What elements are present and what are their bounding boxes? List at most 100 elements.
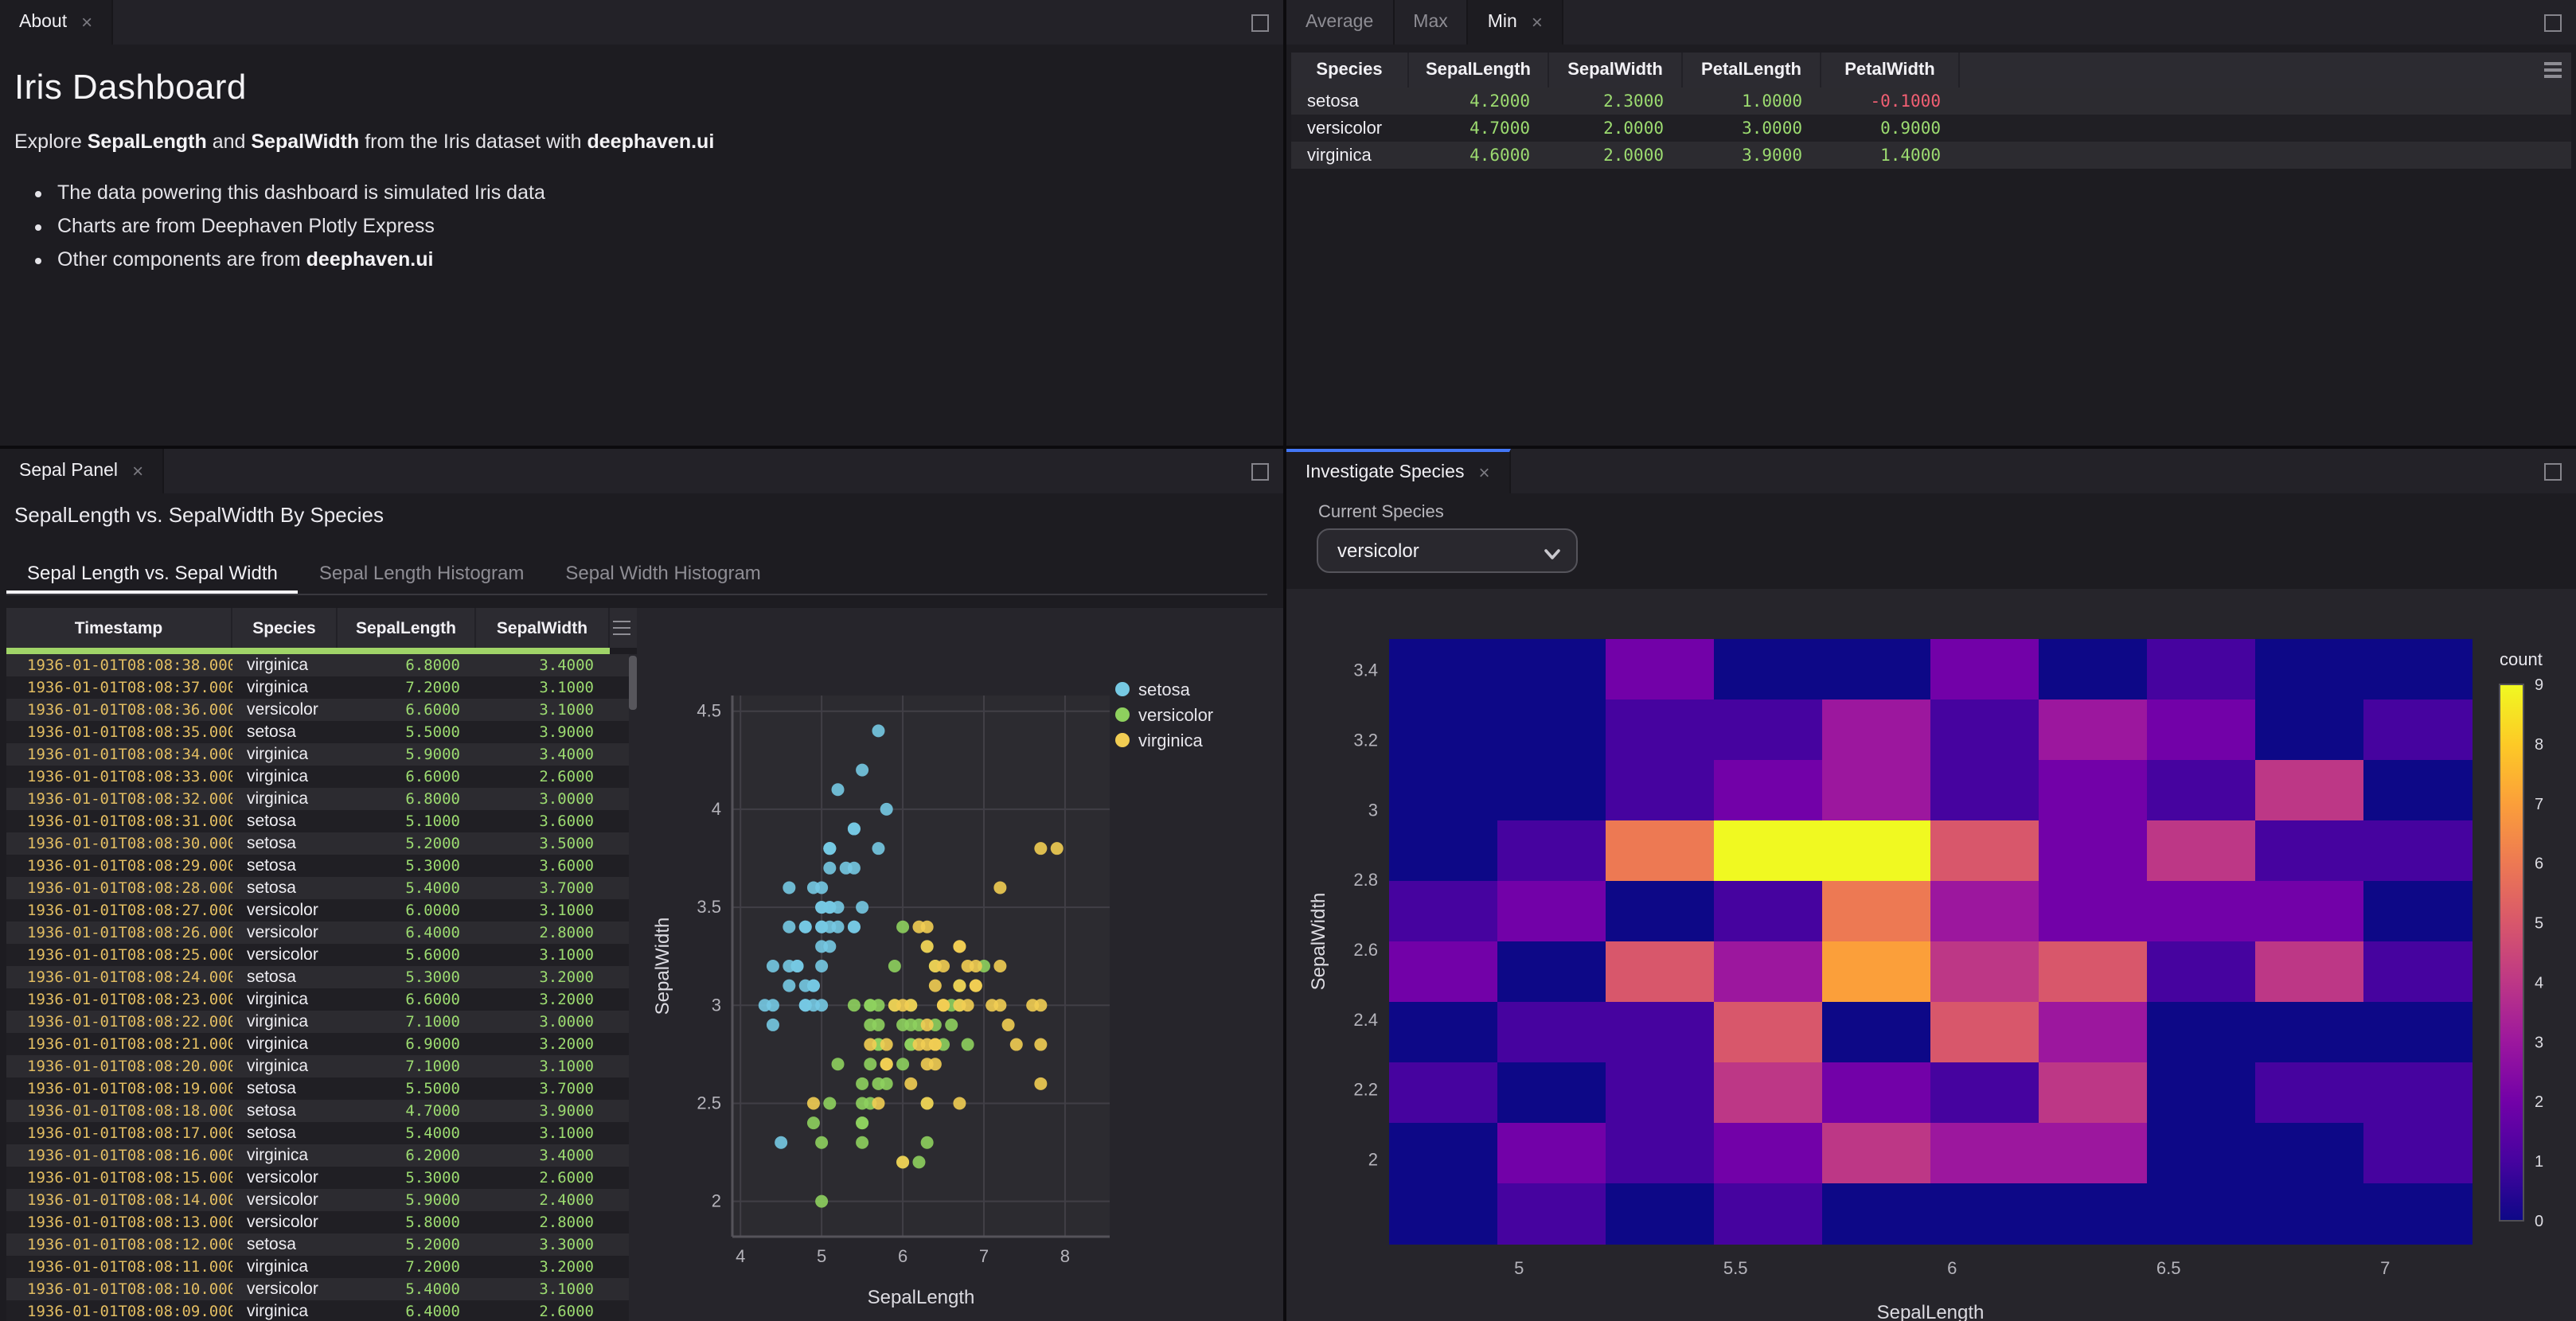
table-cell: virginica xyxy=(232,990,338,1009)
table-row[interactable]: 1936-01-01T08:08:35.000setosa5.50003.900… xyxy=(6,721,637,743)
data-point xyxy=(872,842,884,855)
maximize-icon[interactable] xyxy=(1251,14,1269,32)
column-header[interactable]: SepalWidth xyxy=(476,608,610,648)
table-row[interactable]: 1936-01-01T08:08:32.000virginica6.80003.… xyxy=(6,788,637,810)
table-row[interactable]: 1936-01-01T08:08:21.000virginica6.90003.… xyxy=(6,1033,637,1055)
table-row[interactable]: virginica4.60002.00003.90001.4000 xyxy=(1291,142,2571,169)
investigate-content: Current Species versicolor 55.566.5722.2… xyxy=(1286,493,2576,1321)
table-row[interactable]: 1936-01-01T08:08:23.000virginica6.60003.… xyxy=(6,988,637,1011)
table-row[interactable]: 1936-01-01T08:08:15.000versicolor5.30002… xyxy=(6,1167,637,1189)
table-row[interactable]: 1936-01-01T08:08:27.000versicolor6.00003… xyxy=(6,899,637,922)
table-cell: 6.6000 xyxy=(338,701,476,719)
heatmap-cell xyxy=(1930,881,2039,942)
table-row[interactable]: 1936-01-01T08:08:30.000setosa5.20003.500… xyxy=(6,832,637,855)
table-row[interactable]: 1936-01-01T08:08:28.000setosa5.40003.700… xyxy=(6,877,637,899)
legend-item-virginica[interactable]: virginica xyxy=(1115,731,1203,750)
table-row[interactable]: 1936-01-01T08:08:22.000virginica7.10003.… xyxy=(6,1011,637,1033)
maximize-icon[interactable] xyxy=(1251,463,1269,481)
table-menu-icon[interactable] xyxy=(610,608,635,648)
heatmap-cell xyxy=(1606,1123,1715,1184)
table-cell: 5.6000 xyxy=(338,946,476,964)
table-row[interactable]: 1936-01-01T08:08:25.000versicolor5.60003… xyxy=(6,944,637,966)
table-row[interactable]: 1936-01-01T08:08:34.000virginica5.90003.… xyxy=(6,743,637,766)
table-row[interactable]: 1936-01-01T08:08:09.000virginica6.40002.… xyxy=(6,1300,637,1321)
table-cell: setosa xyxy=(232,968,338,987)
subtab-sepal-length-vs-sepal-width[interactable]: Sepal Length vs. Sepal Width xyxy=(6,551,299,594)
colorbar-tick-label: 8 xyxy=(2535,736,2543,754)
close-icon[interactable]: × xyxy=(132,460,143,482)
table-row[interactable]: 1936-01-01T08:08:12.000setosa5.20003.300… xyxy=(6,1233,637,1256)
y-tick-label: 2 xyxy=(1368,1150,1378,1170)
legend-item-setosa[interactable]: setosa xyxy=(1115,680,1191,699)
table-row[interactable]: 1936-01-01T08:08:36.000versicolor6.60003… xyxy=(6,699,637,721)
heatmap-cell xyxy=(1497,941,1606,1003)
table-row[interactable]: 1936-01-01T08:08:33.000virginica6.60002.… xyxy=(6,766,637,788)
close-icon[interactable]: × xyxy=(1478,462,1489,484)
data-point xyxy=(856,764,868,777)
table-cell: 5.4000 xyxy=(338,879,476,897)
tab-about[interactable]: About × xyxy=(0,0,113,45)
tab-average[interactable]: Average xyxy=(1286,0,1394,45)
column-header[interactable]: SepalLength xyxy=(1409,53,1549,88)
text: Other components are from xyxy=(57,248,306,271)
about-bullet: Other components are from deephaven.ui xyxy=(57,248,1283,271)
data-point xyxy=(921,1136,934,1149)
data-point xyxy=(799,999,812,1011)
table-scrollbar[interactable] xyxy=(629,654,637,1321)
column-header[interactable]: PetalLength xyxy=(1683,53,1821,88)
column-header[interactable]: Species xyxy=(1291,53,1409,88)
table-cell: 1936-01-01T08:08:38.000 xyxy=(6,657,232,674)
table-row[interactable]: setosa4.20002.30001.0000-0.1000 xyxy=(1291,88,2571,115)
table-row[interactable]: 1936-01-01T08:08:18.000setosa4.70003.900… xyxy=(6,1100,637,1122)
subtab-sepal-width-histogram[interactable]: Sepal Width Histogram xyxy=(544,551,781,594)
table-cell: 5.9000 xyxy=(338,746,476,763)
table-row[interactable]: 1936-01-01T08:08:19.000setosa5.50003.700… xyxy=(6,1077,637,1100)
table-row[interactable]: versicolor4.70002.00003.00000.9000 xyxy=(1291,115,2571,142)
close-icon[interactable]: × xyxy=(81,11,92,33)
heatmap-cell xyxy=(1930,1123,2039,1184)
scrollbar-thumb[interactable] xyxy=(629,656,637,710)
column-header[interactable]: SepalLength xyxy=(338,608,476,648)
tab-sepal-panel[interactable]: Sepal Panel × xyxy=(0,449,164,493)
table-menu-icon[interactable] xyxy=(2541,53,2566,88)
column-header[interactable]: Timestamp xyxy=(6,608,232,648)
column-header[interactable]: PetalWidth xyxy=(1821,53,1960,88)
data-point xyxy=(929,980,942,992)
maximize-icon[interactable] xyxy=(2544,463,2562,481)
data-point xyxy=(888,999,901,1011)
table-cell: 1936-01-01T08:08:27.000 xyxy=(6,902,232,919)
maximize-icon[interactable] xyxy=(2544,14,2562,32)
table-row[interactable]: 1936-01-01T08:08:14.000versicolor5.90002… xyxy=(6,1189,637,1211)
legend-item-versicolor[interactable]: versicolor xyxy=(1115,705,1213,725)
species-dropdown[interactable]: versicolor xyxy=(1317,528,1578,573)
close-icon[interactable]: × xyxy=(1532,11,1543,33)
tab-max[interactable]: Max xyxy=(1394,0,1468,45)
table-row[interactable]: 1936-01-01T08:08:24.000setosa5.30003.200… xyxy=(6,966,637,988)
table-row[interactable]: 1936-01-01T08:08:16.000virginica6.20003.… xyxy=(6,1144,637,1167)
table-row[interactable]: 1936-01-01T08:08:10.000versicolor5.40003… xyxy=(6,1278,637,1300)
tab-investigate-species[interactable]: Investigate Species × xyxy=(1286,449,1511,493)
table-row[interactable]: 1936-01-01T08:08:20.000virginica7.10003.… xyxy=(6,1055,637,1077)
heatmap-cell xyxy=(1497,1062,1606,1124)
tab-min[interactable]: Min× xyxy=(1469,0,1563,45)
panel-investigate: Investigate Species × Current Species ve… xyxy=(1286,449,2576,1321)
table-row[interactable]: 1936-01-01T08:08:31.000setosa5.10003.600… xyxy=(6,810,637,832)
table-row[interactable]: 1936-01-01T08:08:17.000setosa5.40003.100… xyxy=(6,1122,637,1144)
heatmap-cell xyxy=(2363,639,2473,700)
heatmap-cell xyxy=(2363,1123,2473,1184)
table-cell: 1936-01-01T08:08:21.000 xyxy=(6,1035,232,1053)
heatmap-cell xyxy=(1822,941,1931,1003)
heatmap-cell xyxy=(2039,941,2148,1003)
x-tick-label: 6 xyxy=(898,1246,907,1266)
table-row[interactable]: 1936-01-01T08:08:13.000versicolor5.80002… xyxy=(6,1211,637,1233)
table-row[interactable]: 1936-01-01T08:08:26.000versicolor6.40002… xyxy=(6,922,637,944)
column-header[interactable]: Species xyxy=(232,608,338,648)
data-point xyxy=(767,960,779,972)
table-row[interactable]: 1936-01-01T08:08:37.000virginica7.20003.… xyxy=(6,676,637,699)
subtab-sepal-length-histogram[interactable]: Sepal Length Histogram xyxy=(299,551,545,594)
table-row[interactable]: 1936-01-01T08:08:11.000virginica7.20003.… xyxy=(6,1256,637,1278)
table-row[interactable]: 1936-01-01T08:08:38.000virginica6.80003.… xyxy=(6,654,637,676)
heatmap-cell xyxy=(1497,1123,1606,1184)
table-row[interactable]: 1936-01-01T08:08:29.000setosa5.30003.600… xyxy=(6,855,637,877)
column-header[interactable]: SepalWidth xyxy=(1549,53,1683,88)
